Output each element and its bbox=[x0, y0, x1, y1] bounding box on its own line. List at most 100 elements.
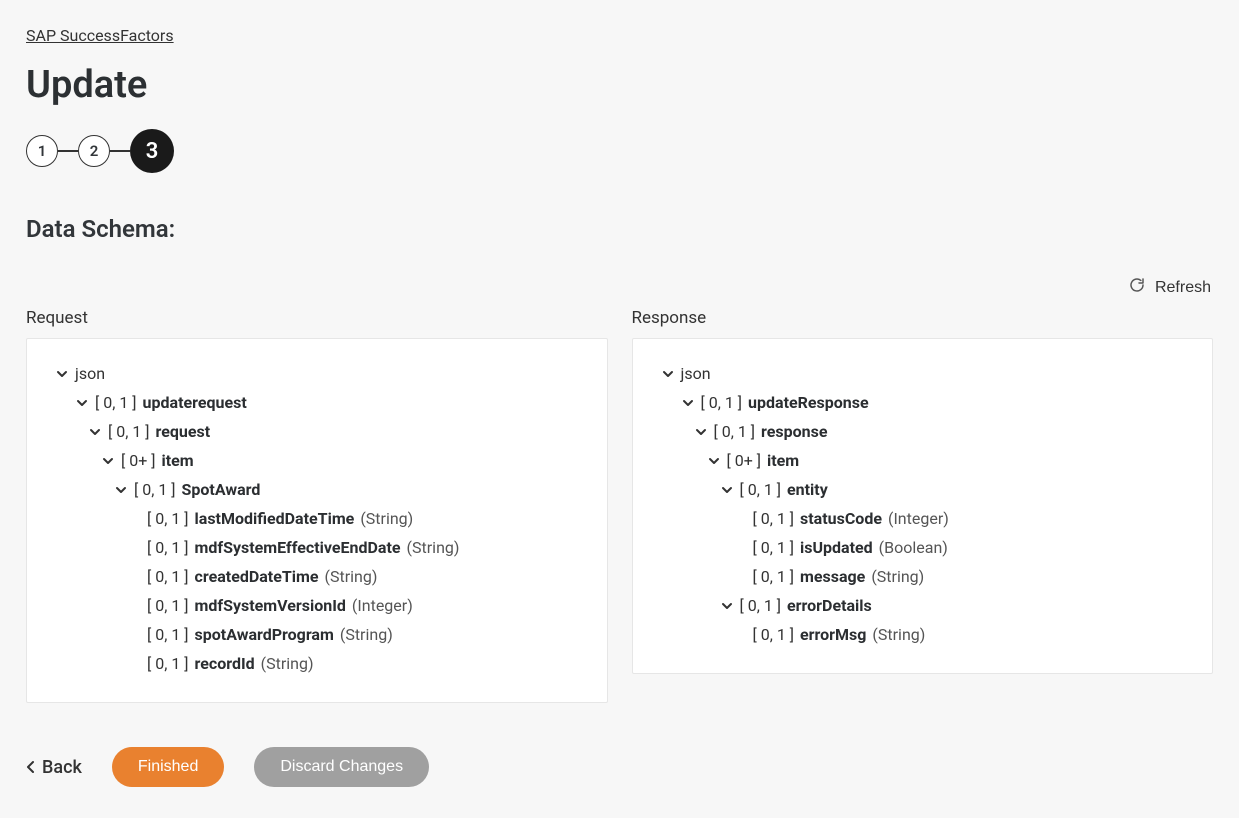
tree-node: [ 0, 1 ] errorMsg (String) bbox=[661, 620, 1185, 649]
column-header: Request bbox=[26, 308, 608, 328]
chevron-down-icon[interactable] bbox=[720, 484, 734, 496]
tree-node: [ 0, 1 ] spotAwardProgram (String) bbox=[55, 620, 579, 649]
tree-node-cardinality: [ 0, 1 ] bbox=[147, 509, 189, 528]
tree-node-name: errorDetails bbox=[787, 596, 872, 615]
tree-node[interactable]: [ 0, 1 ] response bbox=[661, 417, 1185, 446]
tree-node-label: json bbox=[681, 364, 711, 383]
tree-node-name: item bbox=[767, 451, 799, 470]
tree-node-cardinality: [ 0, 1 ] bbox=[147, 596, 189, 615]
chevron-down-icon[interactable] bbox=[681, 397, 695, 409]
step-2[interactable]: 2 bbox=[78, 135, 110, 167]
request-column: Requestjson[ 0, 1 ] updaterequest[ 0, 1 … bbox=[26, 308, 608, 703]
tree-node-cardinality: [ 0, 1 ] bbox=[147, 625, 189, 644]
tree-node-name: request bbox=[156, 422, 211, 441]
chevron-down-icon[interactable] bbox=[101, 455, 115, 467]
tree-node-cardinality: [ 0, 1 ] bbox=[740, 480, 782, 499]
back-label: Back bbox=[42, 757, 82, 778]
tree-node-name: updaterequest bbox=[143, 393, 247, 412]
back-button[interactable]: Back bbox=[26, 757, 82, 778]
tree-node-type: (String) bbox=[360, 509, 413, 528]
tree-node-cardinality: [ 0, 1 ] bbox=[134, 480, 176, 499]
tree-node-cardinality: [ 0, 1 ] bbox=[147, 538, 189, 557]
stepper: 123 bbox=[26, 129, 1213, 173]
tree-node-type: (String) bbox=[872, 625, 925, 644]
tree-node-cardinality: [ 0, 1 ] bbox=[753, 509, 795, 528]
tree-node: [ 0, 1 ] createdDateTime (String) bbox=[55, 562, 579, 591]
step-3[interactable]: 3 bbox=[130, 129, 174, 173]
tree-node[interactable]: [ 0, 1 ] updaterequest bbox=[55, 388, 579, 417]
tree-node-cardinality: [ 0, 1 ] bbox=[147, 567, 189, 586]
chevron-down-icon[interactable] bbox=[720, 600, 734, 612]
tree-node-cardinality: [ 0+ ] bbox=[727, 451, 762, 470]
tree-node-name: item bbox=[162, 451, 194, 470]
tree-node-type: (String) bbox=[871, 567, 924, 586]
tree-node-name: isUpdated bbox=[800, 538, 873, 557]
tree-node-cardinality: [ 0, 1 ] bbox=[108, 422, 150, 441]
chevron-down-icon[interactable] bbox=[88, 426, 102, 438]
step-connector bbox=[58, 150, 78, 152]
tree-node-name: message bbox=[800, 567, 865, 586]
tree-node[interactable]: [ 0, 1 ] updateResponse bbox=[661, 388, 1185, 417]
chevron-down-icon[interactable] bbox=[114, 484, 128, 496]
tree-node-cardinality: [ 0, 1 ] bbox=[753, 625, 795, 644]
tree-node[interactable]: [ 0, 1 ] SpotAward bbox=[55, 475, 579, 504]
chevron-left-icon bbox=[26, 760, 36, 774]
tree-node-type: (Boolean) bbox=[879, 538, 948, 557]
tree-node-cardinality: [ 0, 1 ] bbox=[714, 422, 756, 441]
tree-node-name: entity bbox=[787, 480, 828, 499]
tree-node-type: (String) bbox=[407, 538, 460, 557]
tree-node: [ 0, 1 ] mdfSystemEffectiveEndDate (Stri… bbox=[55, 533, 579, 562]
tree-node-name: errorMsg bbox=[800, 625, 866, 644]
tree-node-cardinality: [ 0, 1 ] bbox=[753, 567, 795, 586]
tree-node: [ 0, 1 ] statusCode (Integer) bbox=[661, 504, 1185, 533]
tree-node-name: recordId bbox=[195, 654, 255, 673]
step-connector bbox=[110, 150, 130, 152]
tree-node-type: (String) bbox=[325, 567, 378, 586]
tree-node: [ 0, 1 ] mdfSystemVersionId (Integer) bbox=[55, 591, 579, 620]
chevron-down-icon[interactable] bbox=[707, 455, 721, 467]
tree-node: [ 0, 1 ] lastModifiedDateTime (String) bbox=[55, 504, 579, 533]
tree-node-name: response bbox=[761, 422, 827, 441]
tree-node-name: spotAwardProgram bbox=[195, 625, 334, 644]
tree-node: [ 0, 1 ] isUpdated (Boolean) bbox=[661, 533, 1185, 562]
tree-node-type: (Integer) bbox=[888, 509, 949, 528]
chevron-down-icon[interactable] bbox=[55, 368, 69, 380]
tree-node[interactable]: [ 0, 1 ] request bbox=[55, 417, 579, 446]
step-1[interactable]: 1 bbox=[26, 135, 58, 167]
tree-node-name: SpotAward bbox=[182, 480, 261, 499]
tree-node-cardinality: [ 0, 1 ] bbox=[147, 654, 189, 673]
refresh-icon bbox=[1129, 277, 1145, 298]
section-title: Data Schema: bbox=[26, 215, 1213, 243]
tree-node-label: json bbox=[75, 364, 105, 383]
schema-panel: json[ 0, 1 ] updateResponse[ 0, 1 ] resp… bbox=[632, 338, 1214, 674]
tree-node-root[interactable]: json bbox=[55, 359, 579, 388]
tree-node-cardinality: [ 0+ ] bbox=[121, 451, 156, 470]
tree-node-root[interactable]: json bbox=[661, 359, 1185, 388]
tree-node-name: createdDateTime bbox=[195, 567, 319, 586]
discard-changes-button[interactable]: Discard Changes bbox=[254, 747, 429, 787]
chevron-down-icon[interactable] bbox=[75, 397, 89, 409]
refresh-label: Refresh bbox=[1155, 279, 1211, 297]
finished-button[interactable]: Finished bbox=[112, 747, 224, 787]
tree-node-type: (Integer) bbox=[352, 596, 413, 615]
schema-panel: json[ 0, 1 ] updaterequest[ 0, 1 ] reque… bbox=[26, 338, 608, 703]
tree-node: [ 0, 1 ] recordId (String) bbox=[55, 649, 579, 678]
chevron-down-icon[interactable] bbox=[661, 368, 675, 380]
tree-node-cardinality: [ 0, 1 ] bbox=[740, 596, 782, 615]
tree-node-cardinality: [ 0, 1 ] bbox=[95, 393, 137, 412]
tree-node-cardinality: [ 0, 1 ] bbox=[753, 538, 795, 557]
tree-node[interactable]: [ 0, 1 ] entity bbox=[661, 475, 1185, 504]
chevron-down-icon[interactable] bbox=[694, 426, 708, 438]
response-column: Responsejson[ 0, 1 ] updateResponse[ 0, … bbox=[632, 308, 1214, 674]
refresh-button[interactable]: Refresh bbox=[1127, 273, 1213, 302]
tree-node-cardinality: [ 0, 1 ] bbox=[701, 393, 743, 412]
tree-node-type: (String) bbox=[340, 625, 393, 644]
tree-node[interactable]: [ 0+ ] item bbox=[55, 446, 579, 475]
tree-node-name: statusCode bbox=[800, 509, 882, 528]
tree-node-name: lastModifiedDateTime bbox=[195, 509, 355, 528]
tree-node-type: (String) bbox=[261, 654, 314, 673]
tree-node[interactable]: [ 0, 1 ] errorDetails bbox=[661, 591, 1185, 620]
breadcrumb[interactable]: SAP SuccessFactors bbox=[26, 26, 174, 45]
tree-node[interactable]: [ 0+ ] item bbox=[661, 446, 1185, 475]
column-header: Response bbox=[632, 308, 1214, 328]
